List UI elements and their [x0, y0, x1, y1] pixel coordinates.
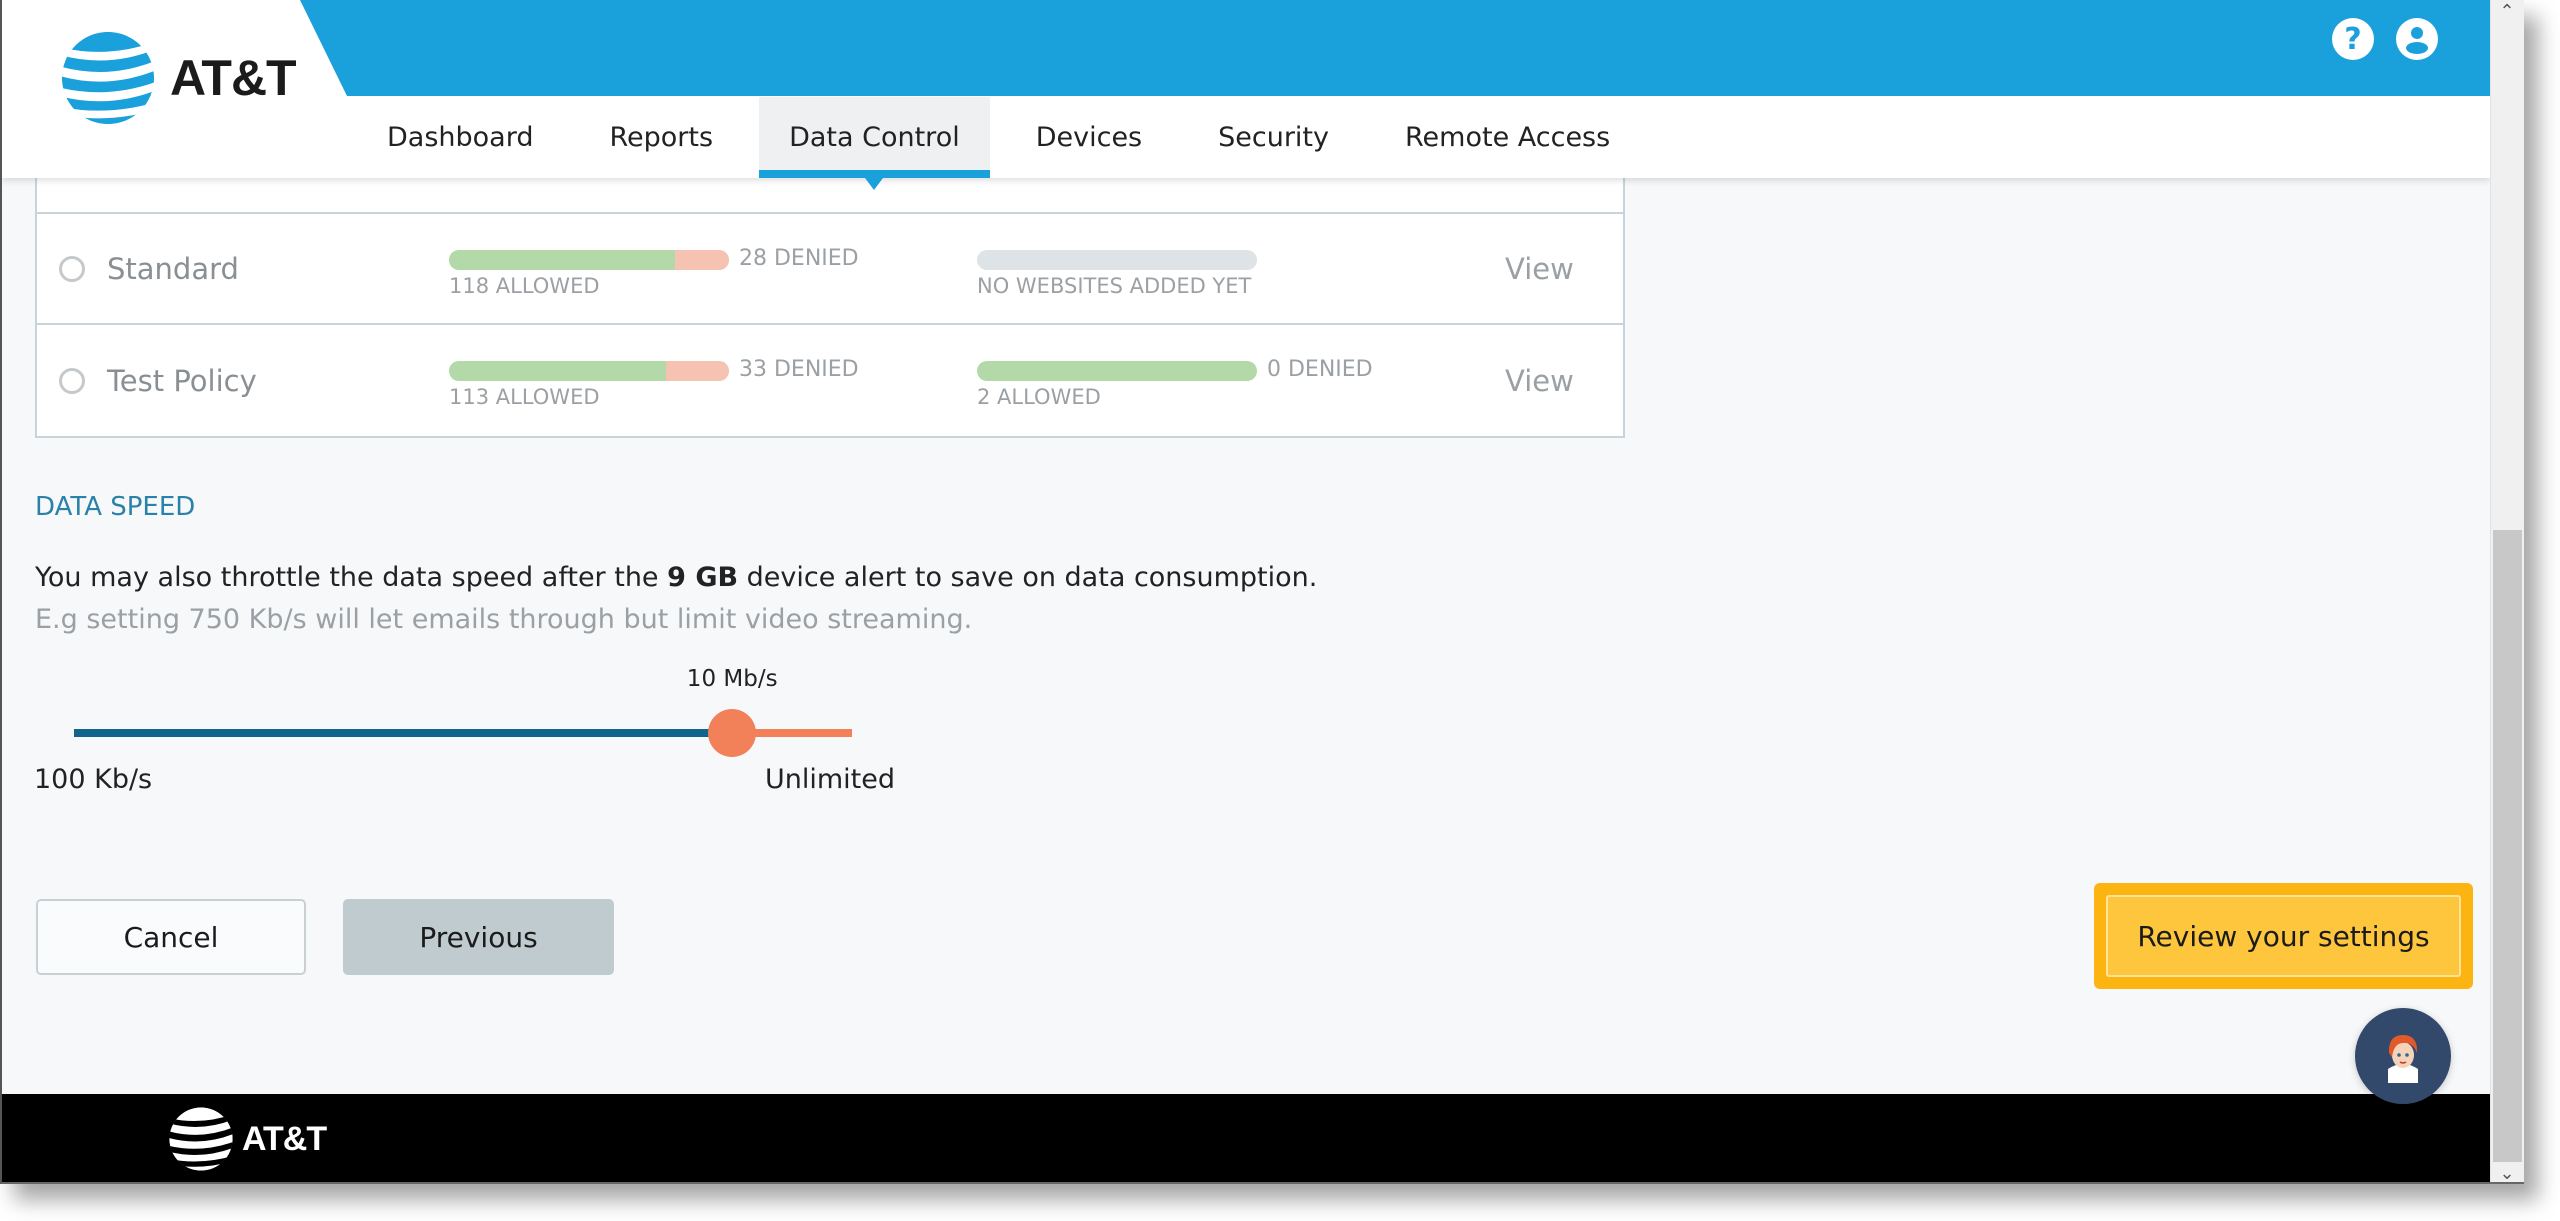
alert-threshold: 9 GB	[667, 562, 739, 593]
slider-value-label: 10 Mb/s	[686, 666, 778, 692]
footer-logo[interactable]: AT&T	[168, 1106, 327, 1172]
categories-bar-group: 33 DENIED 113 ALLOWED	[449, 357, 859, 409]
policy-table: 110 ALLOWED 1 ALLOWED Standard 28 DENIED…	[35, 140, 1625, 438]
policy-name: Test Policy	[107, 363, 257, 398]
websites-bar	[977, 250, 1257, 270]
allowed-count: 2 ALLOWED	[977, 385, 1101, 409]
nav-reports[interactable]: Reports	[579, 97, 743, 178]
view-link[interactable]: View	[1505, 252, 1574, 286]
att-globe-icon	[169, 1107, 233, 1171]
view-link[interactable]: View	[1505, 364, 1574, 398]
table-row-test-policy: Test Policy 33 DENIED 113 ALLOWED 0 DENI…	[37, 325, 1623, 436]
brand-name: AT&T	[170, 50, 297, 106]
chat-assistant-button[interactable]	[2355, 1008, 2451, 1104]
allowed-segment	[449, 250, 676, 270]
desc-text: device alert to save on data consumption…	[738, 562, 1318, 593]
allowed-count: 113 ALLOWED	[449, 385, 600, 409]
nav-dashboard[interactable]: Dashboard	[357, 97, 563, 178]
scroll-up-icon[interactable]: ⌃	[2491, 0, 2523, 22]
att-logo[interactable]: AT&T	[60, 30, 297, 126]
header-actions: ?	[2332, 18, 2438, 60]
websites-bar-group: NO WEBSITES ADDED YET	[977, 250, 1257, 298]
websites-bar-group: 0 DENIED 2 ALLOWED	[977, 357, 1373, 409]
denied-segment	[675, 250, 729, 270]
denied-count: 0 DENIED	[1267, 357, 1373, 382]
allowed-count: 118 ALLOWED	[449, 274, 600, 298]
denied-segment	[665, 361, 729, 381]
denied-count: 33 DENIED	[739, 357, 859, 382]
categories-bar	[449, 361, 729, 381]
categories-bar	[449, 250, 729, 270]
nav-remote-access[interactable]: Remote Access	[1375, 97, 1640, 178]
help-glyph: ?	[2344, 21, 2362, 57]
user-silhouette-icon	[2406, 27, 2428, 54]
websites-bar	[977, 361, 1257, 381]
data-speed-hint: E.g setting 750 Kb/s will let emails thr…	[35, 604, 973, 635]
nav-data-control[interactable]: Data Control	[759, 97, 990, 190]
allowed-segment	[977, 361, 1257, 381]
policy-name: Standard	[107, 251, 239, 286]
scrollbar-thumb[interactable]	[2493, 530, 2522, 1162]
help-icon[interactable]: ?	[2332, 18, 2374, 60]
categories-bar-group: 28 DENIED 118 ALLOWED	[449, 246, 859, 298]
footer: AT&T	[2, 1094, 2490, 1182]
nav-security[interactable]: Security	[1188, 97, 1359, 178]
slider-min-label: 100 Kb/s	[34, 764, 153, 795]
data-speed-description: You may also throttle the data speed aft…	[35, 562, 1317, 593]
desc-text: You may also throttle the data speed aft…	[35, 562, 668, 593]
allowed-segment	[449, 361, 666, 381]
site-header: AT&T ? Dashboard Reports Data Control De…	[2, 0, 2490, 190]
denied-count: 28 DENIED	[739, 246, 859, 271]
policy-radio-test-policy[interactable]	[59, 367, 85, 394]
previous-button[interactable]: Previous	[343, 899, 614, 975]
scroll-down-icon[interactable]: ⌄	[2491, 1162, 2523, 1183]
allowed-count: NO WEBSITES ADDED YET	[977, 274, 1252, 298]
header-blue-band	[300, 0, 2490, 96]
slider-fill	[74, 729, 733, 737]
data-speed-title: DATA SPEED	[35, 492, 196, 522]
slider-thumb[interactable]	[708, 709, 757, 757]
footer-brand: AT&T	[242, 1119, 327, 1158]
data-speed-slider[interactable]	[74, 709, 852, 757]
main-nav: Dashboard Reports Data Control Devices S…	[357, 97, 1656, 190]
nav-devices[interactable]: Devices	[1006, 97, 1172, 178]
slider-max-label: Unlimited	[765, 764, 896, 795]
account-icon[interactable]	[2396, 18, 2438, 60]
assistant-avatar-icon	[2388, 1035, 2418, 1083]
cancel-button[interactable]: Cancel	[36, 899, 306, 975]
browser-window: 110 ALLOWED 1 ALLOWED Standard 28 DENIED…	[0, 0, 2524, 1184]
vertical-scrollbar[interactable]: ⌃ ⌄	[2490, 0, 2524, 1183]
review-settings-button[interactable]: Review your settings	[2106, 895, 2461, 977]
policy-radio-standard[interactable]	[59, 255, 85, 282]
att-globe-icon	[61, 31, 155, 125]
table-row-standard: Standard 28 DENIED 118 ALLOWED NO WEBSIT…	[37, 214, 1623, 325]
page-viewport: 110 ALLOWED 1 ALLOWED Standard 28 DENIED…	[2, 0, 2490, 1182]
